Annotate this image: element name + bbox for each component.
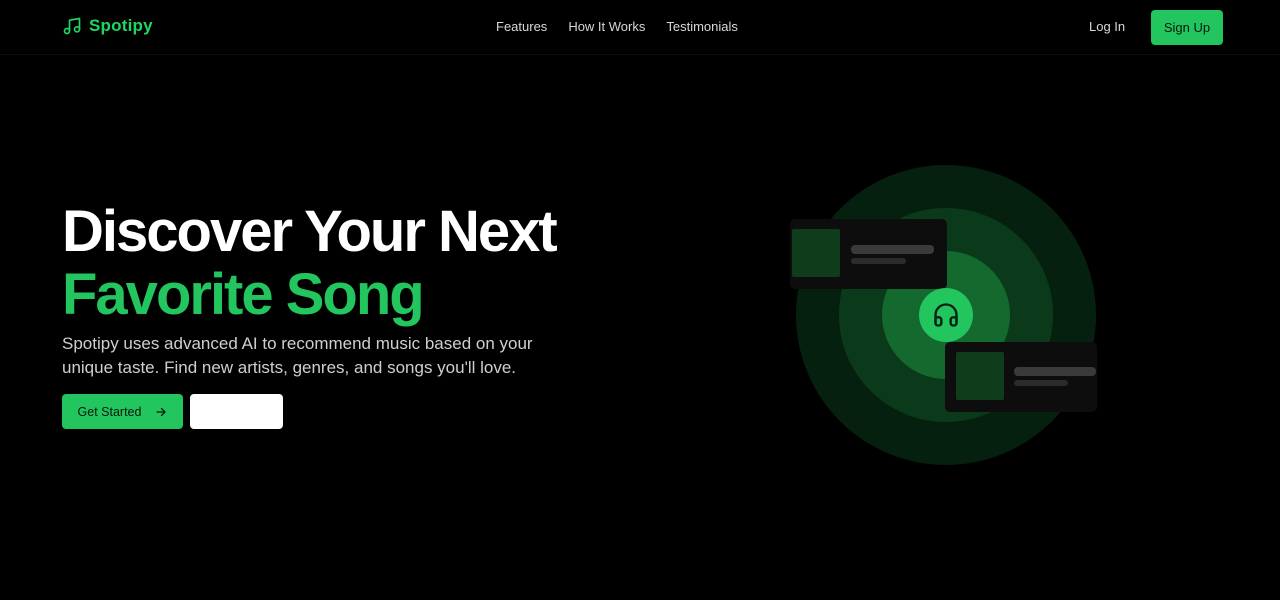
hero-title: Discover Your Next Favorite Song — [62, 200, 702, 326]
subtitle-placeholder — [851, 258, 906, 264]
login-link[interactable]: Log In — [1089, 19, 1125, 34]
get-started-button[interactable]: Get Started — [62, 394, 183, 429]
nav-link-testimonials[interactable]: Testimonials — [666, 19, 738, 34]
hero-title-line1: Discover Your Next — [62, 199, 558, 264]
center-badge — [919, 288, 973, 342]
hero-illustration — [790, 160, 1110, 470]
music-note-icon — [63, 17, 81, 35]
song-card-placeholder — [945, 342, 1097, 412]
hero-title-line2: Favorite Song — [62, 262, 425, 327]
headphones-icon — [934, 303, 958, 327]
brand-logo[interactable]: Spotipy — [62, 16, 153, 36]
navbar: Spotipy Features How It Works Testimonia… — [0, 0, 1280, 55]
get-started-label: Get Started — [77, 404, 142, 419]
arrow-right-icon — [156, 407, 167, 416]
album-art-placeholder — [956, 352, 1004, 400]
album-art-placeholder — [792, 229, 840, 277]
signup-button[interactable]: Sign Up — [1151, 10, 1223, 45]
nav-link-how-it-works[interactable]: How It Works — [568, 19, 645, 34]
song-card-placeholder — [790, 219, 947, 289]
hero-description: Spotipy uses advanced AI to recommend mu… — [62, 334, 533, 377]
nav-link-features[interactable]: Features — [496, 19, 547, 34]
subtitle-placeholder — [1014, 380, 1068, 386]
secondary-cta-button[interactable] — [190, 394, 283, 429]
brand-name: Spotipy — [89, 16, 153, 35]
nav-links: Features How It Works Testimonials — [496, 19, 738, 34]
title-placeholder — [1014, 367, 1096, 376]
title-placeholder — [851, 245, 934, 254]
